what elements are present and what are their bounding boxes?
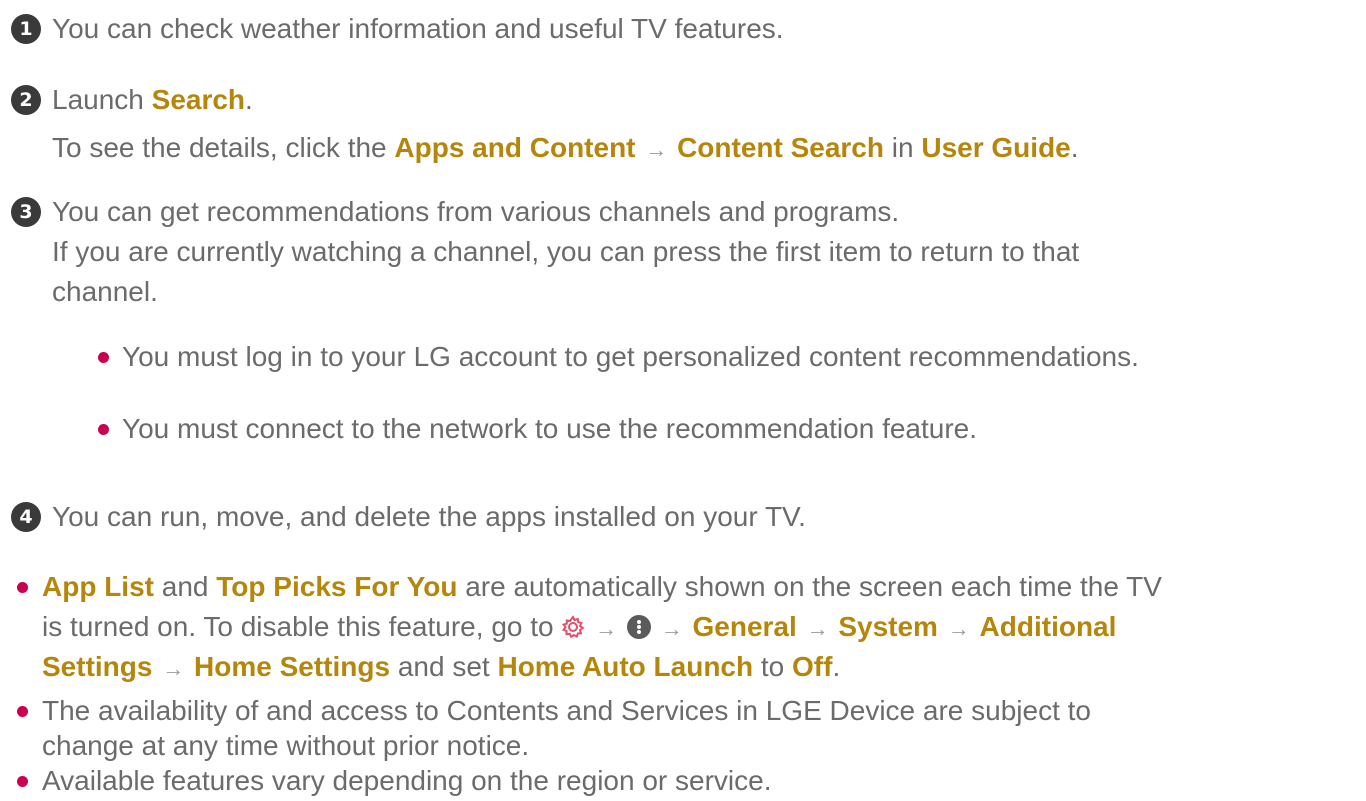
note-2-line-1: The availability of and access to Conten… [42,695,1091,726]
more-vertical-icon[interactable] [626,615,651,639]
apps-and-content-link[interactable]: Apps and Content [394,132,635,163]
note-2-line-2: change at any time without prior notice. [42,730,530,761]
launch-label: Launch [52,84,152,115]
additional-settings-link-part-2[interactable]: Settings [42,651,152,682]
sub-bullet-2: You must connect to the network to use t… [122,413,978,444]
period: . [245,84,253,115]
arrow-right-icon: → [645,137,668,162]
note-3-text: Available features vary depending on the… [42,765,772,796]
arrow-right-icon: → [806,616,829,641]
bullet-icon [98,424,109,435]
arrow-right-icon: → [162,656,185,681]
item-4-text: You can run, move, and delete the apps i… [52,501,806,532]
general-link[interactable]: General [693,611,797,642]
and-label: and [154,571,217,602]
note-1-rest: are automatically shown on the screen ea… [457,571,1162,602]
user-guide-link[interactable]: User Guide [921,132,1070,163]
note-1-line-3: Settings → Home Settings and set Home Au… [42,647,840,689]
note-1-line-2-prefix: is turned on. To disable this feature, g… [42,611,562,642]
note-1-line-2: is turned on. To disable this feature, g… [42,607,1116,649]
number-badge-2: 2 [11,85,41,115]
item-3-line-1: You can get recommendations from various… [52,196,900,227]
additional-settings-link-part-1[interactable]: Additional [980,611,1117,642]
top-picks-link[interactable]: Top Picks For You [216,571,457,602]
item-2-line-1: Launch Search. [52,80,253,120]
app-list-link[interactable]: App List [42,571,154,602]
note-1-line-1: App List and Top Picks For You are autom… [42,567,1162,607]
arrow-right-icon: → [660,616,683,641]
home-auto-launch-link[interactable]: Home Auto Launch [497,651,753,682]
number-badge-4: 4 [11,502,41,532]
bullet-icon [98,352,109,363]
in-label: in [884,132,922,163]
bullet-icon [17,776,28,787]
item-3-line-2: If you are currently watching a channel,… [52,236,1080,267]
arrow-right-icon: → [595,616,618,641]
system-link[interactable]: System [838,611,938,642]
item-2-line-2: To see the details, click the Apps and C… [52,128,1079,170]
off-value[interactable]: Off [792,651,832,682]
home-settings-link[interactable]: Home Settings [194,651,390,682]
content-search-link[interactable]: Content Search [677,132,884,163]
details-prefix: To see the details, click the [52,132,395,163]
and-set-label: and set [390,651,498,682]
item-1-text: You can check weather information and us… [52,13,784,44]
bullet-icon [17,706,28,717]
to-label: to [753,651,793,682]
user-guide-page: 1 You can check weather information and … [0,0,1366,796]
item-3-line-3: channel. [52,276,158,307]
period: . [1070,132,1079,163]
period: . [832,651,841,682]
gear-icon[interactable] [561,615,585,639]
sub-bullet-1: You must log in to your LG account to ge… [122,341,1139,372]
bullet-icon [17,582,28,593]
number-badge-1: 1 [11,14,41,44]
arrow-right-icon: → [947,616,970,641]
number-badge-3: 3 [11,197,41,227]
search-link[interactable]: Search [152,84,245,115]
